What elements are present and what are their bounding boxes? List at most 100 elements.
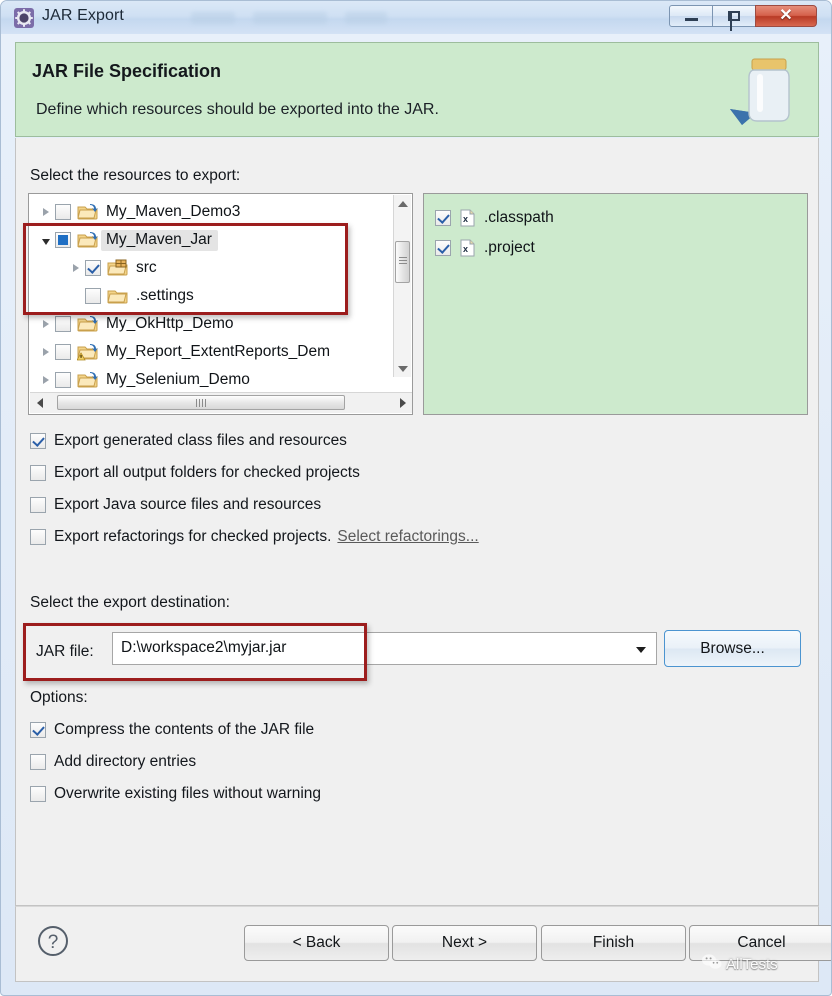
minimize-icon (684, 18, 698, 21)
select-refactorings-link[interactable]: Select refactorings... (337, 528, 478, 546)
scroll-up-button[interactable] (394, 195, 411, 212)
cancel-button[interactable]: Cancel (689, 925, 831, 961)
project-folder-icon (77, 203, 99, 221)
svg-text:x: x (463, 244, 468, 254)
horizontal-scroll-thumb[interactable] (57, 395, 345, 410)
back-button[interactable]: < Back (244, 925, 389, 961)
checkbox-box[interactable] (30, 465, 46, 481)
checkbox-export-all-output-folders[interactable]: Export all output folders for checked pr… (30, 464, 360, 482)
page-title: JAR File Specification (32, 61, 222, 81)
project-folder-warning-icon (76, 343, 99, 361)
file-checkbox[interactable] (435, 210, 451, 226)
checkbox-compress-contents[interactable]: Compress the contents of the JAR file (30, 721, 314, 739)
background-menu-blur-1 (191, 12, 235, 24)
expander-collapsed-icon[interactable] (37, 320, 55, 328)
resource-tree[interactable]: My_Maven_Demo3 My_Maven_Jar src .setting… (28, 193, 413, 415)
svg-text:?: ? (48, 932, 59, 953)
chevron-left-icon (37, 397, 43, 408)
tree-checkbox[interactable] (55, 344, 71, 360)
wizard-body: Select the resources to export: My_Maven… (15, 138, 819, 906)
maximize-icon (728, 11, 740, 31)
checkbox-box[interactable] (30, 529, 46, 545)
checkbox-label: Overwrite existing files without warning (54, 785, 322, 802)
tree-checkbox[interactable] (85, 260, 101, 276)
close-button[interactable]: ✕ (755, 5, 817, 27)
checkbox-export-generated-class-files[interactable]: Export generated class files and resourc… (30, 432, 347, 450)
checkbox-overwrite-existing-files[interactable]: Overwrite existing files without warning (30, 785, 321, 803)
tree-checkbox[interactable] (55, 372, 71, 388)
expander-collapsed-icon[interactable] (37, 376, 55, 384)
scroll-right-button[interactable] (393, 393, 412, 412)
tree-checkbox[interactable] (55, 316, 71, 332)
expander-collapsed-icon[interactable] (37, 208, 55, 216)
file-name: .project (484, 239, 535, 256)
expander-expanded-icon[interactable] (37, 236, 55, 245)
tree-checkbox[interactable] (85, 288, 101, 304)
checkbox-label: Export all output folders for checked pr… (54, 464, 360, 481)
window-title: JAR Export (42, 7, 124, 24)
resource-file-list[interactable]: x .classpath x .project (423, 193, 808, 415)
expander-collapsed-icon[interactable] (37, 348, 55, 356)
scroll-down-button[interactable] (394, 360, 411, 377)
eclipse-wizard-icon (14, 8, 34, 28)
next-button[interactable]: Next > (392, 925, 537, 961)
tree-row[interactable]: My_Selenium_Demo (29, 366, 396, 394)
title-bar[interactable]: JAR Export ✕ (1, 1, 831, 34)
checkbox-box[interactable] (30, 433, 46, 449)
checkbox-box[interactable] (30, 497, 46, 513)
chevron-right-icon (400, 397, 406, 408)
tree-item-label: .settings (136, 287, 194, 304)
tree-row[interactable]: My_Maven_Jar (29, 226, 396, 254)
jar-file-value[interactable]: D:\workspace2\myjar.jar (121, 639, 286, 657)
checkbox-label: Export generated class files and resourc… (54, 432, 347, 449)
tree-row[interactable]: .settings (29, 282, 396, 310)
checkbox-export-java-source-files[interactable]: Export Java source files and resources (30, 496, 321, 514)
folder-icon (107, 287, 129, 305)
list-item[interactable]: x .project (435, 233, 807, 263)
tree-checkbox[interactable] (55, 232, 71, 248)
chevron-down-icon (397, 365, 408, 372)
tree-horizontal-scrollbar[interactable] (30, 392, 412, 413)
tree-row[interactable]: My_OkHttp_Demo (29, 310, 396, 338)
jar-file-label: JAR file: (36, 643, 94, 660)
options-label: Options: (30, 689, 88, 706)
vertical-scroll-thumb[interactable] (395, 241, 410, 283)
tree-item-label: My_Selenium_Demo (106, 371, 250, 388)
checkbox-box[interactable] (30, 786, 46, 802)
minimize-button[interactable] (669, 5, 713, 27)
checkbox-box[interactable] (30, 754, 46, 770)
jar-file-combobox[interactable]: D:\workspace2\myjar.jar (112, 632, 657, 665)
browse-button[interactable]: Browse... (664, 630, 801, 667)
chevron-down-icon[interactable] (636, 647, 646, 653)
tree-vertical-scrollbar[interactable] (393, 195, 411, 377)
maximize-button[interactable] (712, 5, 756, 31)
checkbox-label: Compress the contents of the JAR file (54, 721, 315, 738)
tree-item-label: My_Maven_Demo3 (106, 203, 241, 220)
tree-row[interactable]: src (29, 254, 396, 282)
background-menu-blur-3 (345, 12, 387, 24)
svg-text:x: x (463, 214, 468, 224)
project-folder-icon (77, 231, 99, 249)
file-checkbox[interactable] (435, 240, 451, 256)
page-subtitle: Define which resources should be exporte… (36, 101, 439, 118)
wizard-header-banner: JAR File Specification Define which reso… (15, 42, 819, 137)
jar-export-dialog: JAR Export ✕ JAR File Specification Defi… (0, 0, 832, 996)
checkbox-export-refactorings[interactable]: Export refactorings for checked projects… (30, 528, 479, 546)
close-icon: ✕ (779, 7, 793, 24)
tree-checkbox[interactable] (55, 204, 71, 220)
resources-label: Select the resources to export: (30, 167, 241, 184)
project-folder-icon (77, 315, 99, 333)
expander-collapsed-icon[interactable] (67, 264, 85, 272)
tree-item-label: My_OkHttp_Demo (106, 315, 234, 332)
checkbox-add-directory-entries[interactable]: Add directory entries (30, 753, 196, 771)
help-question-icon[interactable]: ? (36, 924, 70, 958)
finish-button[interactable]: Finish (541, 925, 686, 961)
checkbox-label: Export Java source files and resources (54, 496, 322, 513)
checkbox-box[interactable] (30, 722, 46, 738)
xml-file-icon: x (457, 239, 479, 257)
tree-row[interactable]: My_Report_ExtentReports_Dem (29, 338, 396, 366)
list-item[interactable]: x .classpath (435, 203, 807, 233)
scroll-left-button[interactable] (30, 393, 50, 412)
tree-item-label: src (136, 259, 157, 276)
tree-row[interactable]: My_Maven_Demo3 (29, 198, 396, 226)
